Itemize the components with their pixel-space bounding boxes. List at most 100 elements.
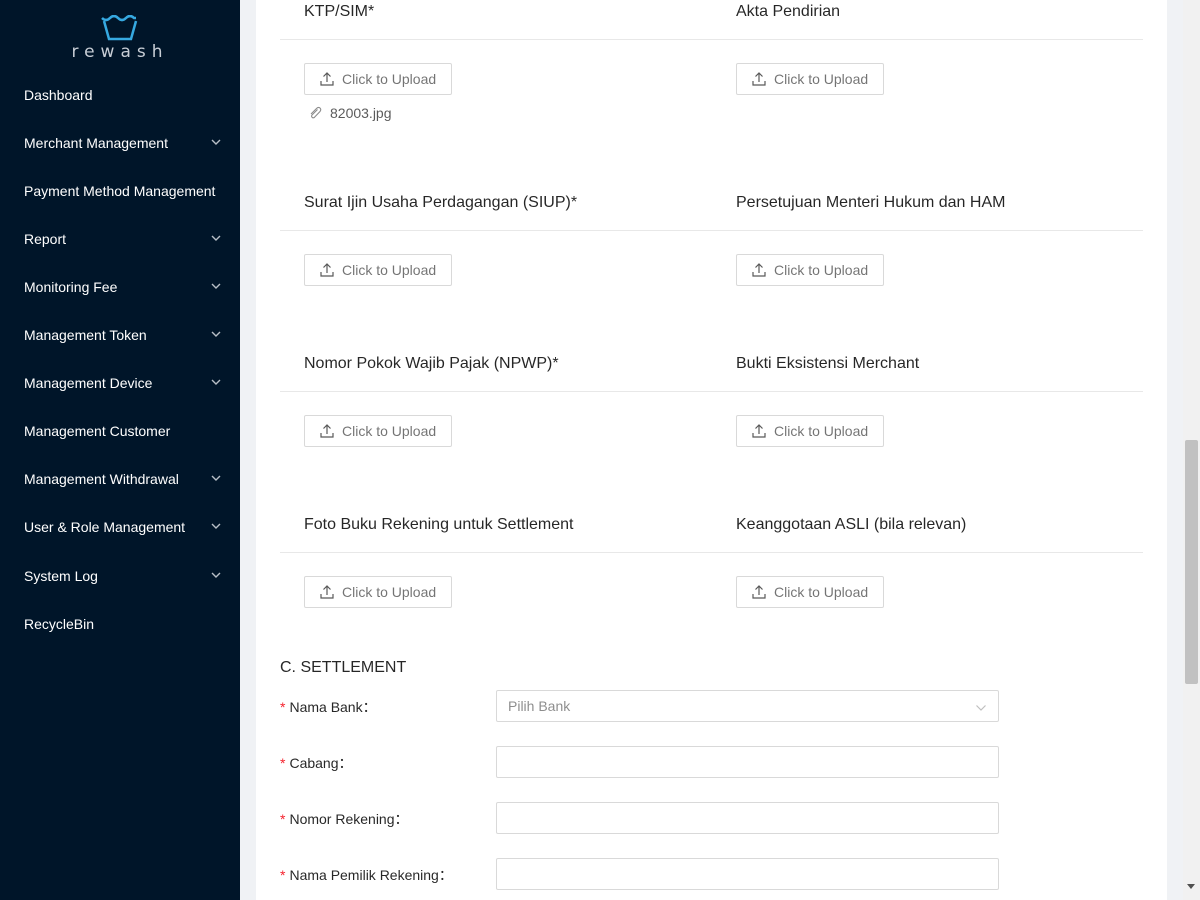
upload-icon [752, 72, 766, 86]
account-holder-input[interactable] [496, 858, 999, 890]
sidebar-item-label: User & Role Management [24, 519, 186, 535]
account-holder-label-text: Nama Pemilik Rekening [289, 867, 439, 883]
sidebar-item-label: Report [24, 231, 67, 247]
required-mark: * [280, 867, 286, 883]
upload-icon [752, 585, 766, 599]
upload-button-siup[interactable]: Click to Upload [304, 254, 452, 286]
account-number-label: * Nomor Rekening： [280, 809, 409, 829]
doc-title-npwp: Nomor Pokok Wajib Pajak (NPWP)* [304, 355, 559, 372]
doc-title-siup: Surat Ijin Usaha Perdagangan (SIUP)* [304, 194, 578, 211]
uploaded-file-item[interactable]: 82003.jpg [308, 105, 392, 121]
label-colon: ： [438, 867, 453, 883]
upload-icon [320, 263, 334, 277]
sidebar: rewash Dashboard Merchant Management Pay… [0, 0, 240, 900]
divider [280, 391, 1143, 392]
label-colon: ： [394, 811, 409, 827]
sidebar-item-user-role-management[interactable]: User & Role Management [0, 507, 240, 547]
sidebar-item-label: Management Token [24, 327, 147, 343]
upload-icon [320, 72, 334, 86]
branch-label-text: Cabang [289, 755, 339, 771]
chevron-down-icon [211, 523, 221, 529]
bank-select-placeholder: Pilih Bank [508, 698, 571, 714]
upload-button-akta-pendirian[interactable]: Click to Upload [736, 63, 884, 95]
sidebar-item-monitoring-fee[interactable]: Monitoring Fee [0, 267, 240, 307]
uploaded-file-name: 82003.jpg [330, 105, 392, 121]
upload-button-label: Click to Upload [342, 423, 437, 439]
logo-basin-icon [101, 15, 138, 41]
doc-title-ktp-sim: KTP/SIM* [304, 3, 375, 20]
branch-input[interactable] [496, 746, 999, 778]
sidebar-item-management-device[interactable]: Management Device [0, 363, 240, 403]
sidebar-item-label: Monitoring Fee [24, 279, 118, 295]
sidebar-item-recyclebin[interactable]: RecycleBin [0, 604, 240, 644]
sidebar-item-label: Management Customer [24, 423, 171, 439]
upload-button-keanggotaan-asli[interactable]: Click to Upload [736, 576, 884, 608]
section-title-settlement: C. SETTLEMENT [280, 659, 407, 676]
chevron-down-icon [211, 379, 221, 385]
vertical-scrollbar[interactable] [1183, 0, 1200, 900]
bank-name-label-text: Nama Bank [289, 699, 363, 715]
chevron-down-icon [211, 139, 221, 145]
sidebar-item-management-token[interactable]: Management Token [0, 315, 240, 355]
required-mark: * [280, 811, 286, 827]
sidebar-item-management-customer[interactable]: Management Customer [0, 411, 240, 451]
chevron-down-icon [211, 572, 221, 578]
upload-button-ktp-sim[interactable]: Click to Upload [304, 63, 452, 95]
upload-button-foto-buku-rekening[interactable]: Click to Upload [304, 576, 452, 608]
account-holder-label: * Nama Pemilik Rekening： [280, 865, 453, 885]
upload-button-bukti-eksistensi[interactable]: Click to Upload [736, 415, 884, 447]
sidebar-item-label: Merchant Management [24, 135, 168, 151]
upload-icon [752, 263, 766, 277]
sidebar-item-label: Management Withdrawal [24, 471, 179, 487]
upload-button-label: Click to Upload [774, 71, 869, 87]
upload-button-persetujuan-menteri[interactable]: Click to Upload [736, 254, 884, 286]
sidebar-item-label: Dashboard [24, 87, 93, 103]
account-number-label-text: Nomor Rekening [289, 811, 395, 827]
doc-title-keanggotaan-asli: Keanggotaan ASLI (bila relevan) [736, 516, 967, 533]
upload-button-label: Click to Upload [774, 262, 869, 278]
branch-label: * Cabang： [280, 753, 353, 773]
label-colon: ： [362, 699, 377, 715]
required-mark: * [280, 699, 286, 715]
bank-name-label: * Nama Bank： [280, 697, 377, 717]
upload-icon [320, 424, 334, 438]
chevron-down-icon [976, 705, 986, 711]
sidebar-item-label: Payment Method Management [24, 183, 216, 199]
chevron-down-icon [211, 475, 221, 481]
doc-title-bukti-eksistensi: Bukti Eksistensi Merchant [736, 355, 920, 372]
upload-button-npwp[interactable]: Click to Upload [304, 415, 452, 447]
sidebar-item-merchant-management[interactable]: Merchant Management [0, 123, 240, 163]
doc-title-foto-buku-rekening: Foto Buku Rekening untuk Settlement [304, 516, 574, 533]
divider [280, 39, 1143, 40]
sidebar-item-system-log[interactable]: System Log [0, 556, 240, 596]
sidebar-item-label: RecycleBin [24, 616, 95, 632]
logo[interactable]: rewash [0, 0, 240, 70]
account-number-input[interactable] [496, 802, 999, 834]
required-mark: * [280, 755, 286, 771]
chevron-down-icon [211, 235, 221, 241]
upload-button-label: Click to Upload [774, 584, 869, 600]
doc-title-persetujuan-menteri: Persetujuan Menteri Hukum dan HAM [736, 194, 1006, 211]
upload-button-label: Click to Upload [774, 423, 869, 439]
upload-button-label: Click to Upload [342, 584, 437, 600]
divider [280, 230, 1143, 231]
upload-icon [752, 424, 766, 438]
scroll-down-arrow-icon[interactable] [1187, 884, 1195, 889]
sidebar-item-label: Management Device [24, 375, 153, 391]
bank-select[interactable]: Pilih Bank [496, 690, 999, 722]
upload-button-label: Click to Upload [342, 71, 437, 87]
chevron-down-icon [211, 283, 221, 289]
divider [280, 552, 1143, 553]
upload-button-label: Click to Upload [342, 262, 437, 278]
sidebar-item-payment-method-management[interactable]: Payment Method Management [0, 171, 240, 211]
sidebar-item-report[interactable]: Report [0, 219, 240, 259]
upload-icon [320, 585, 334, 599]
sidebar-item-dashboard[interactable]: Dashboard [0, 75, 240, 115]
paperclip-icon [310, 106, 322, 119]
doc-title-akta-pendirian: Akta Pendirian [736, 3, 841, 20]
label-colon: ： [338, 755, 353, 771]
logo-text: rewash [71, 42, 169, 62]
scrollbar-thumb[interactable] [1185, 440, 1198, 684]
sidebar-item-management-withdrawal[interactable]: Management Withdrawal [0, 459, 240, 499]
sidebar-item-label: System Log [24, 568, 98, 584]
